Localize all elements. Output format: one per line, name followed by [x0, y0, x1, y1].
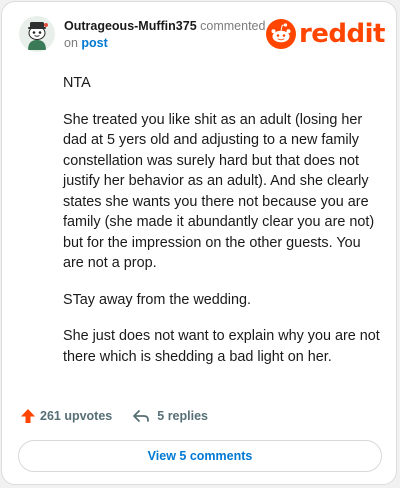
upvote-button[interactable]: 261 upvotes	[20, 408, 112, 424]
comment-meta: Outrageous-Muffin375 commented on post	[64, 18, 284, 52]
action-text: commented	[200, 19, 266, 33]
upvote-count: 261 upvotes	[40, 409, 113, 423]
post-link[interactable]: post	[81, 36, 107, 50]
comment-paragraph: She treated you like shit as an adult (l…	[63, 111, 375, 272]
username[interactable]: Outrageous-Muffin375	[64, 19, 197, 33]
upvote-arrow-icon	[21, 409, 35, 423]
comment-body: NTA She treated you like shit as an adul…	[63, 73, 383, 383]
snoo-avatar-icon[interactable]	[19, 16, 55, 52]
view-comments-button[interactable]: View 5 comments	[18, 440, 382, 472]
comment-actions: 261 upvotes 5 replies	[20, 405, 208, 427]
reddit-wordmark: reddit	[298, 19, 386, 49]
on-text: on	[64, 36, 78, 50]
replies-button[interactable]: 5 replies	[132, 409, 208, 423]
comment-paragraph: She just does not want to explain why yo…	[63, 328, 380, 365]
reddit-logo[interactable]: reddit	[265, 19, 386, 49]
comment-paragraph: STay away from the wedding.	[63, 291, 251, 308]
comment-paragraph: NTA	[63, 75, 91, 91]
reddit-alien-icon	[265, 19, 296, 49]
comment-card: Outrageous-Muffin375 commented on post r…	[1, 1, 397, 485]
reply-arrow-icon	[133, 410, 150, 422]
comment-header: Outrageous-Muffin375 commented on post r…	[19, 15, 389, 55]
reply-count: 5 replies	[157, 409, 208, 423]
